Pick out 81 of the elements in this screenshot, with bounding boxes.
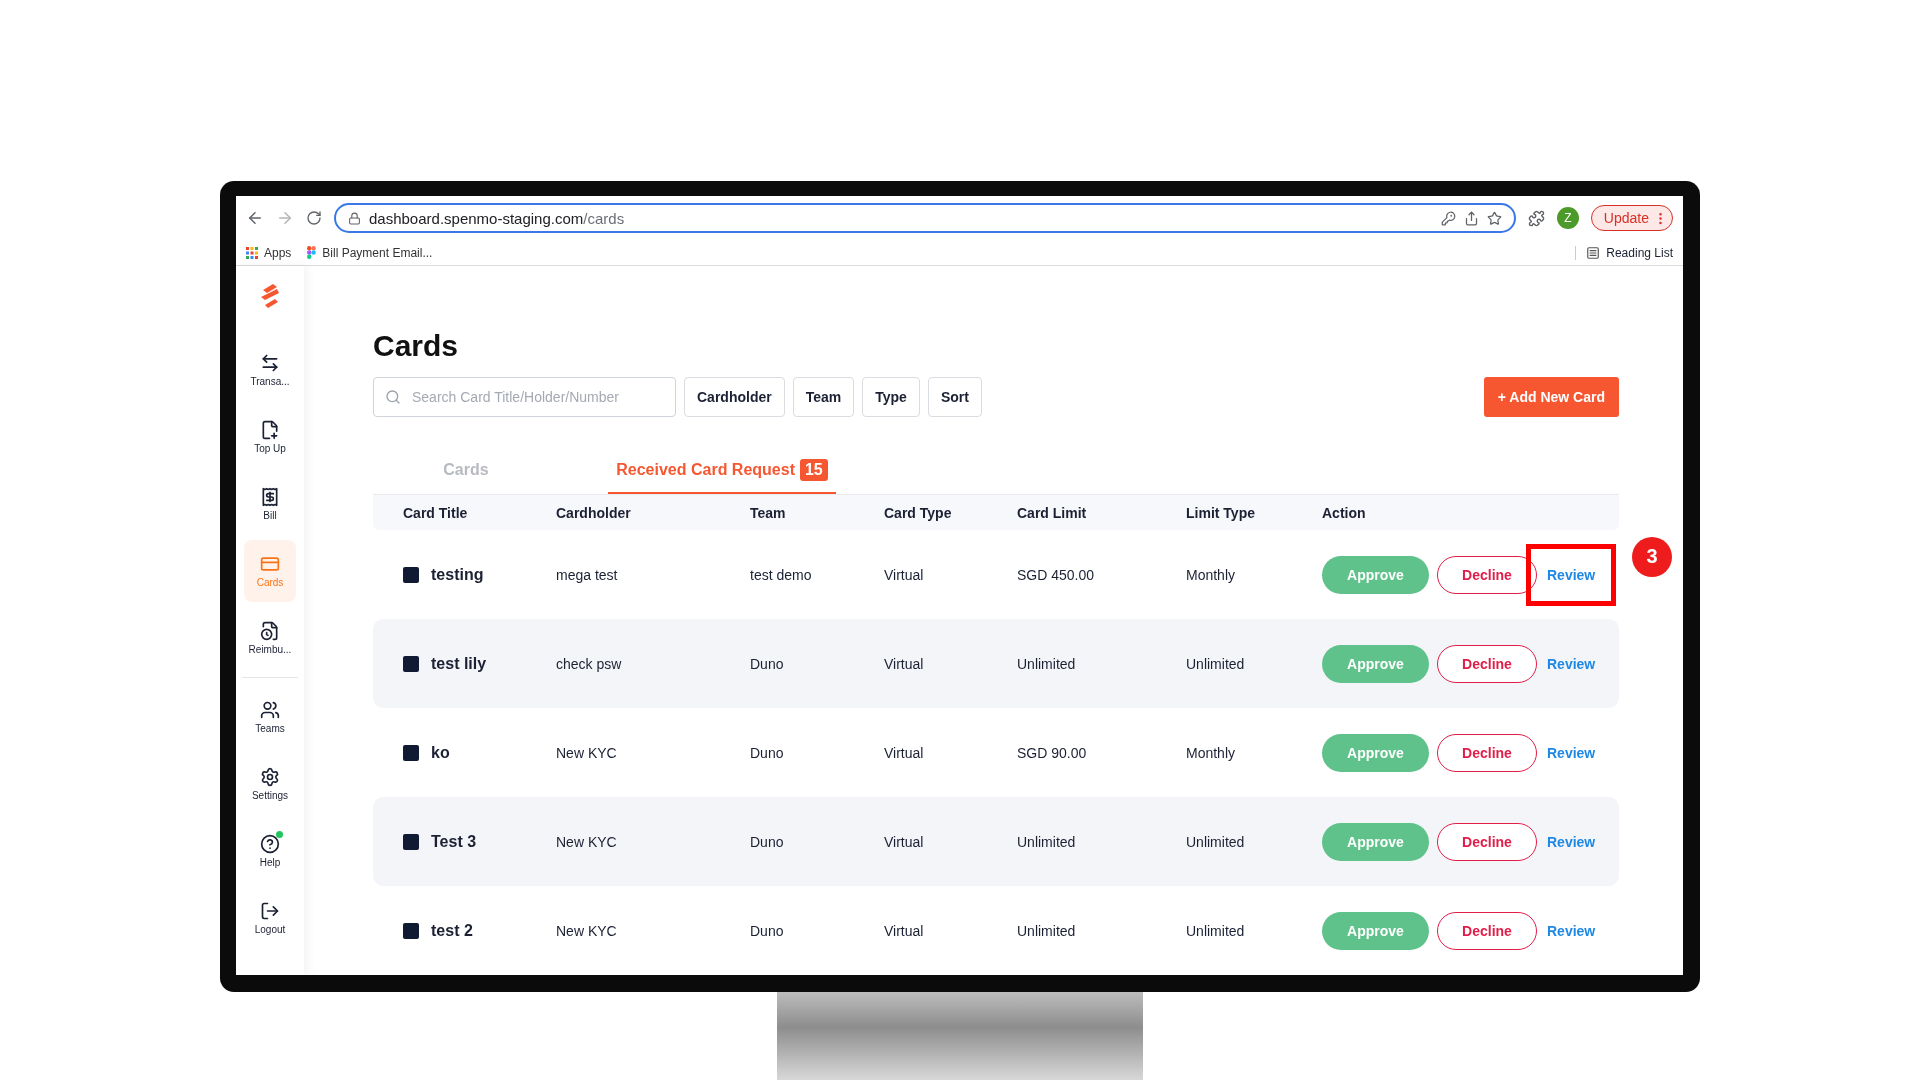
sidebar-label: Bill (263, 510, 277, 521)
sidebar-label: Logout (254, 924, 286, 935)
review-link[interactable]: Review (1547, 922, 1596, 939)
table-cell-text: Unlimited (1186, 655, 1246, 672)
review-link[interactable]: Review (1547, 833, 1596, 850)
sidebar-item[interactable]: Logout (244, 887, 296, 949)
table-cell-text: Virtual (884, 566, 925, 583)
decline-button[interactable]: Decline (1437, 555, 1537, 594)
column-header: Cardholder (556, 504, 632, 521)
review-link[interactable]: Review (1547, 655, 1596, 672)
reading-list-link[interactable]: Reading List (1606, 245, 1673, 260)
sidebar-item[interactable]: Transa... (244, 339, 296, 401)
sidebar-item[interactable]: Cards (244, 540, 296, 602)
sidebar-item[interactable]: Settings (244, 753, 296, 815)
sidebar-label: Reimbu... (248, 644, 292, 655)
column-header: Card Type (884, 504, 953, 521)
table-cell-text: Unlimited (1017, 922, 1077, 939)
filter-button[interactable]: Type (862, 377, 920, 417)
card-title-cell: test lily (431, 654, 487, 673)
card-title-cell: Test 3 (431, 832, 477, 851)
table-cell-text: Unlimited (1186, 833, 1246, 850)
table-cell-text: New KYC (556, 833, 618, 850)
decline-button[interactable]: Decline (1437, 733, 1537, 772)
sidebar-label: Cards (256, 577, 284, 588)
table-cell-text: Duno (750, 744, 785, 761)
sidebar-item[interactable]: Help (244, 820, 296, 882)
sidebar-label: Transa... (250, 376, 290, 387)
table-cell-text: Virtual (884, 922, 925, 939)
update-button[interactable]: Update (1590, 205, 1673, 231)
table-cell-text: Monthly (1186, 744, 1237, 761)
review-link[interactable]: Review (1547, 744, 1596, 761)
table-cell-text: SGD 90.00 (1017, 744, 1088, 761)
bookmark-link[interactable]: Bill Payment Email... (322, 245, 433, 260)
table-cell-text: Unlimited (1186, 922, 1246, 939)
table-cell-text: Duno (750, 833, 785, 850)
table-cell-text: Duno (750, 655, 785, 672)
address-bar[interactable]: dashboard.spenmo-staging.com/cards (334, 203, 1516, 233)
table-cell-text: Virtual (884, 744, 925, 761)
sidebar-item[interactable]: Teams (244, 686, 296, 748)
card-title-cell: test 2 (431, 921, 473, 940)
sidebar-label: Help (259, 857, 281, 868)
sidebar-label: Settings (251, 790, 289, 801)
review-link[interactable]: Review (1547, 566, 1596, 583)
table-cell-text: New KYC (556, 744, 618, 761)
column-header: Card Limit (1017, 504, 1088, 521)
table-cell-text: Unlimited (1017, 655, 1077, 672)
sidebar-item[interactable]: Reimbu... (244, 607, 296, 669)
column-header: Card Title (403, 504, 469, 521)
column-header: Limit Type (1186, 504, 1256, 521)
bookmark-link[interactable]: Apps (264, 245, 292, 260)
table-cell-text: New KYC (556, 922, 618, 939)
table-cell-text: check psw (556, 655, 623, 672)
table-cell-text: Monthly (1186, 566, 1237, 583)
decline-button[interactable]: Decline (1437, 822, 1537, 861)
table-cell-text: Virtual (884, 833, 925, 850)
profile-avatar[interactable]: Z (1556, 207, 1579, 229)
card-title-cell: ko (431, 743, 450, 762)
step-badge: 3 (1632, 536, 1672, 577)
search-field[interactable]: Search Card Title/Holder/Number (373, 377, 676, 417)
sidebar-item[interactable]: Bill (244, 473, 296, 535)
add-card-button[interactable]: + Add New Card (1483, 377, 1619, 417)
table-cell-text: SGD 450.00 (1017, 566, 1096, 583)
count-badge: 15 (799, 459, 828, 481)
table-cell-text: test demo (750, 566, 813, 583)
url-text: dashboard.spenmo-staging.com/cards (369, 209, 626, 227)
table-cell-text: Unlimited (1017, 833, 1077, 850)
table-cell-text: mega test (556, 566, 619, 583)
table-cell-text: Duno (750, 922, 785, 939)
sidebar-label: Top Up (254, 443, 286, 454)
filter-button[interactable]: Cardholder (684, 377, 785, 417)
decline-button[interactable]: Decline (1437, 911, 1537, 950)
table-cell-text: Virtual (884, 655, 925, 672)
decline-button[interactable]: Decline (1437, 644, 1537, 683)
filter-button[interactable]: Sort (927, 377, 982, 417)
sidebar-item[interactable]: Top Up (244, 406, 296, 468)
column-header: Action (1322, 504, 1367, 521)
column-header: Team (750, 504, 787, 521)
card-title-cell: testing (431, 565, 484, 584)
sidebar-label: Teams (255, 723, 285, 734)
page-title: Cards (373, 328, 460, 364)
filter-button[interactable]: Team (792, 377, 855, 417)
